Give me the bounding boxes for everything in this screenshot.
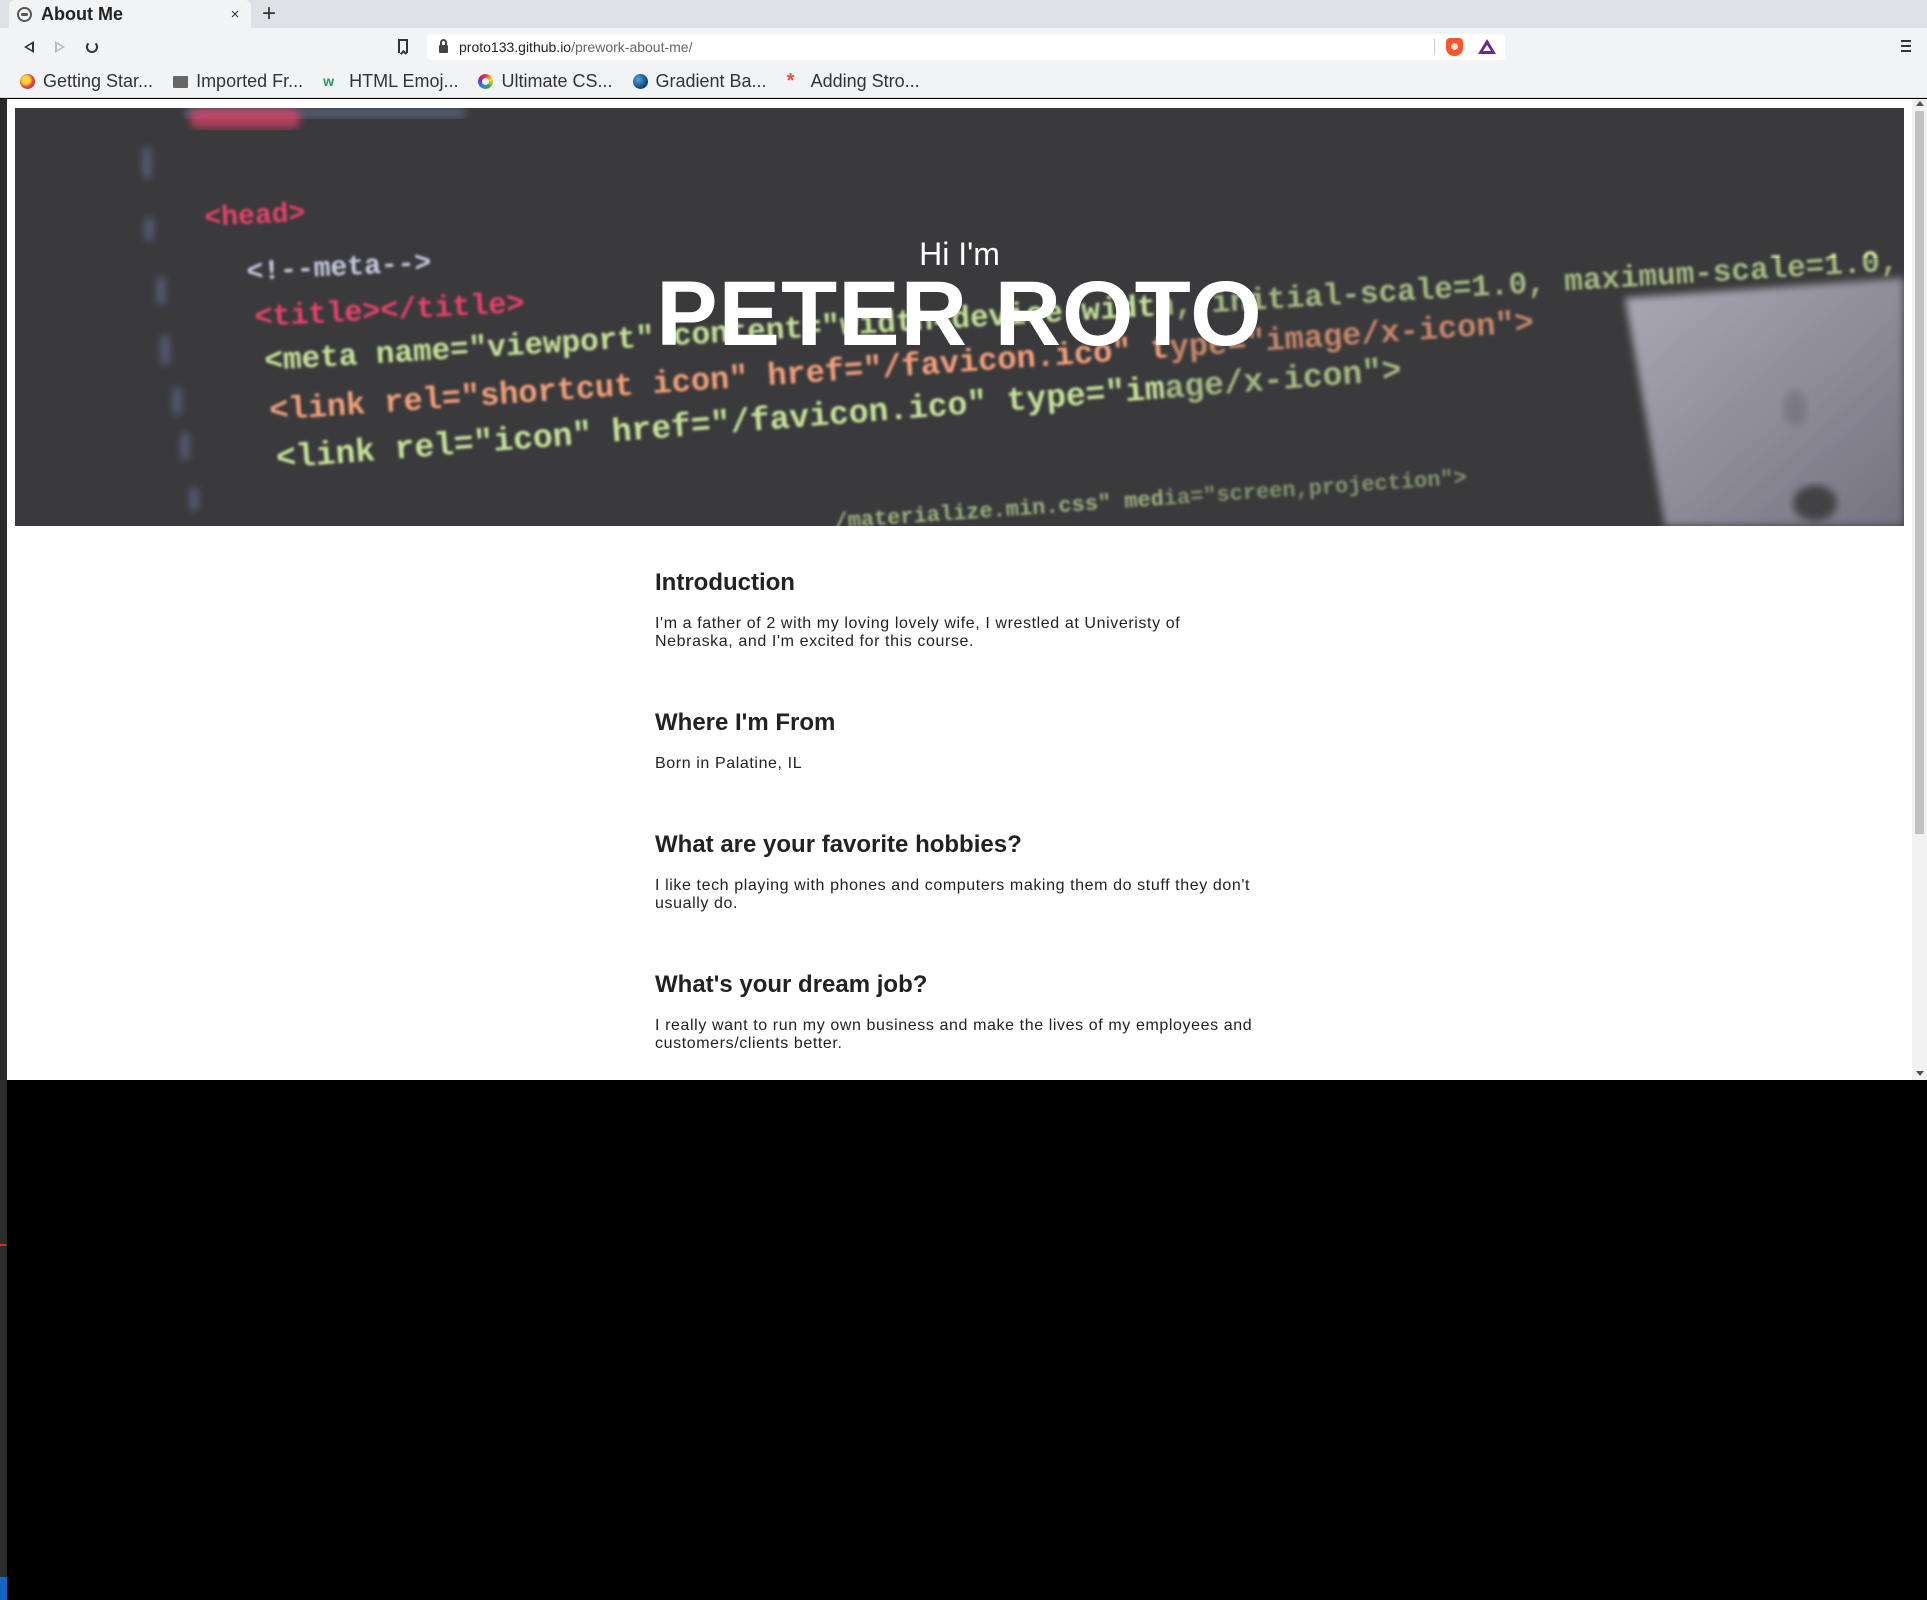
bookmark-imported-from[interactable]: Imported Fr... bbox=[173, 71, 303, 92]
hero-banner: <head> <!--meta--> <title></title> <meta… bbox=[15, 108, 1904, 526]
w-icon: w bbox=[323, 73, 334, 89]
brave-rewards-icon[interactable] bbox=[1478, 39, 1496, 54]
bookmark-label: Gradient Ba... bbox=[655, 71, 767, 91]
vertical-scrollbar[interactable] bbox=[1912, 99, 1927, 1080]
firefox-icon bbox=[20, 74, 35, 89]
section-introduction: Introduction I'm a father of 2 with my l… bbox=[655, 569, 1255, 651]
address-bar[interactable]: proto133.github.io/prework-about-me/ bbox=[427, 34, 1505, 60]
desktop-edge-marker bbox=[0, 1244, 6, 1246]
page-viewport[interactable]: <head> <!--meta--> <title></title> <meta… bbox=[7, 99, 1927, 1080]
bookmark-html-emoji[interactable]: w HTML Emoj... bbox=[323, 71, 458, 92]
bookmarks-bar: Getting Star... Imported Fr... w HTML Em… bbox=[0, 66, 1927, 98]
menu-icon[interactable] bbox=[1901, 40, 1911, 52]
asterisk-icon: * bbox=[786, 70, 795, 92]
reload-icon bbox=[86, 41, 98, 53]
url-divider bbox=[1434, 39, 1435, 55]
main-content: Introduction I'm a father of 2 with my l… bbox=[655, 569, 1255, 1080]
color-ring-icon bbox=[478, 74, 494, 89]
scroll-up-arrow-icon[interactable] bbox=[1916, 101, 1924, 106]
section-heading: Where I'm From bbox=[655, 709, 836, 736]
bookmark-label: Ultimate CS... bbox=[501, 71, 613, 91]
gradient-circle-icon bbox=[632, 74, 648, 89]
bookmark-label: HTML Emoj... bbox=[349, 71, 459, 91]
section-body: I like tech playing with phones and comp… bbox=[655, 877, 1251, 912]
section-where-from: Where I'm From Born in Palatine, IL bbox=[655, 709, 1255, 773]
tab-about-me[interactable]: About Me × bbox=[9, 0, 251, 28]
bookmark-gradient-background[interactable]: Gradient Ba... bbox=[632, 71, 767, 92]
section-body: I'm a father of 2 with my loving lovely … bbox=[655, 615, 1181, 650]
back-arrow-icon bbox=[24, 41, 34, 53]
bookmark-adding-stroke[interactable]: * Adding Stro... bbox=[787, 71, 920, 92]
section-heading: What are your favorite hobbies? bbox=[655, 831, 1022, 858]
url-host: proto133.github.io bbox=[459, 39, 572, 55]
taskbar-edge bbox=[0, 1577, 7, 1600]
close-tab-icon[interactable]: × bbox=[227, 6, 243, 23]
scrollbar-thumb[interactable] bbox=[1915, 111, 1924, 834]
tab-title: About Me bbox=[41, 3, 123, 24]
section-dream-job: What's your dream job? I really want to … bbox=[655, 971, 1255, 1053]
code-line-1: <head> bbox=[204, 199, 306, 235]
section-hobbies: What are your favorite hobbies? I like t… bbox=[655, 831, 1255, 913]
globe-icon bbox=[17, 6, 32, 22]
url-path: /prework-about-me/ bbox=[571, 39, 693, 55]
bookmark-page-icon[interactable] bbox=[398, 39, 408, 53]
hero-name: PETER ROTO bbox=[656, 263, 1263, 365]
forward-button[interactable] bbox=[47, 28, 73, 66]
section-body: Born in Palatine, IL bbox=[655, 755, 803, 772]
browser-toolbar: proto133.github.io/prework-about-me/ bbox=[0, 28, 1927, 66]
section-heading: Introduction bbox=[655, 569, 795, 596]
section-body: I really want to run my own business and… bbox=[655, 1017, 1253, 1052]
forward-arrow-icon bbox=[55, 41, 65, 53]
bookmark-ultimate-css[interactable]: Ultimate CS... bbox=[478, 71, 613, 92]
desktop-edge bbox=[0, 99, 7, 1600]
brave-shields-icon[interactable] bbox=[1446, 38, 1463, 56]
section-heading: What's your dream job? bbox=[655, 971, 928, 998]
bookmark-label: Adding Stro... bbox=[810, 71, 920, 91]
tab-strip: About Me × + bbox=[0, 0, 1927, 28]
bookmark-getting-started[interactable]: Getting Star... bbox=[20, 71, 153, 92]
new-tab-button[interactable]: + bbox=[262, 1, 276, 27]
reload-button[interactable] bbox=[79, 28, 105, 66]
bookmark-label: Imported Fr... bbox=[196, 71, 304, 91]
scroll-down-arrow-icon[interactable] bbox=[1916, 1071, 1924, 1076]
folder-icon bbox=[173, 75, 189, 88]
back-button[interactable] bbox=[16, 28, 42, 66]
bookmark-label: Getting Star... bbox=[43, 71, 154, 91]
lock-icon[interactable] bbox=[439, 39, 448, 53]
